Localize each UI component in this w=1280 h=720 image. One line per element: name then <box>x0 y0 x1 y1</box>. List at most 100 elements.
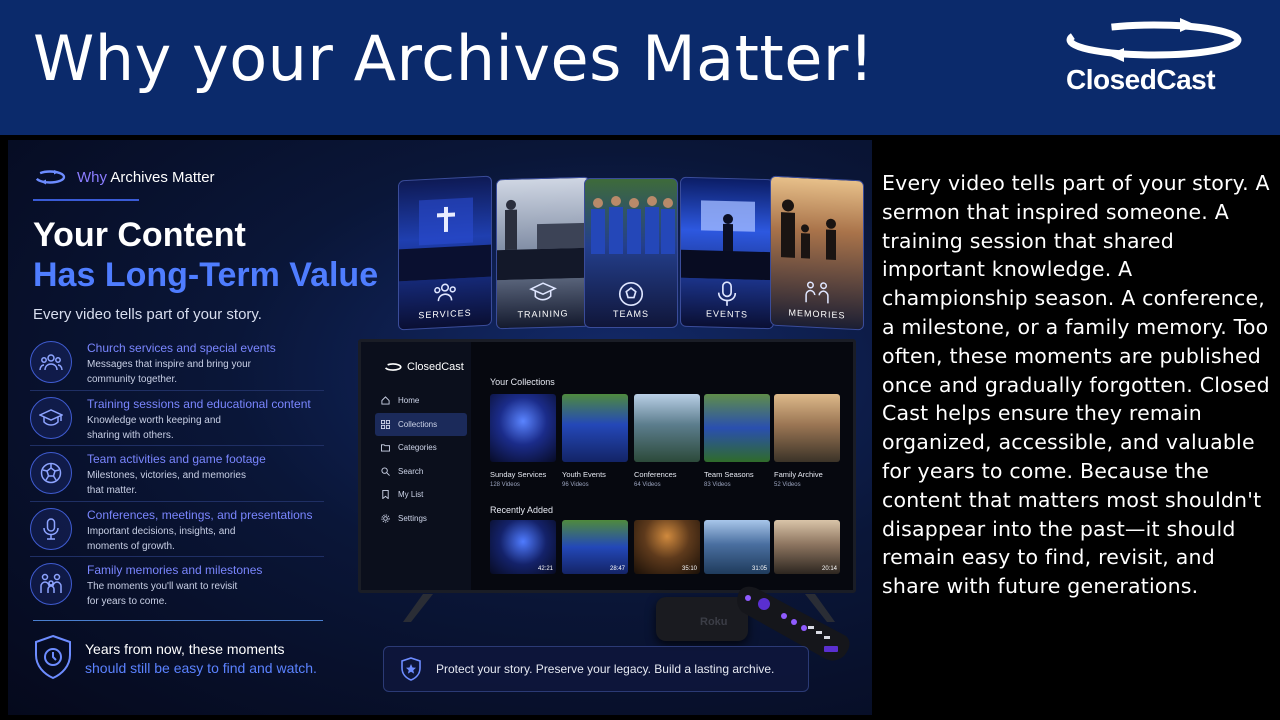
tagline-text: Protect your story. Preserve your legacy… <box>436 662 775 676</box>
collection-label: Youth Events <box>562 470 606 479</box>
loop-arrows-icon <box>34 170 66 185</box>
description-paragraph: Every video tells part of your story. A … <box>882 171 1270 599</box>
collection-label: Sunday Services <box>490 470 547 479</box>
tile-events: EVENTS <box>680 176 774 330</box>
recent-thumb[interactable]: 31:05 <box>704 520 770 574</box>
tile-label: TRAINING <box>517 308 569 320</box>
collection-count: 52 Videos <box>774 482 801 488</box>
tv-nav: Home Collections Categories Search My Li… <box>375 389 467 530</box>
recent-thumb[interactable]: 35:10 <box>634 520 700 574</box>
collection-label: Team Seasons <box>704 470 754 479</box>
feature-title: Church services and special events <box>87 341 276 355</box>
tile-label: EVENTS <box>705 308 748 320</box>
conference-image <box>681 200 774 281</box>
folder-icon <box>381 444 390 452</box>
soccer-ball-icon <box>30 452 72 494</box>
collection-count: 96 Videos <box>562 482 589 488</box>
duration: 31:05 <box>751 566 767 572</box>
title-bar: Why your Archives Matter! ClosedCast <box>0 0 1280 135</box>
bookmark-icon <box>382 490 389 500</box>
search-icon <box>381 467 390 476</box>
collection-thumb[interactable] <box>634 394 700 462</box>
recent-thumb[interactable]: 28:47 <box>562 520 628 574</box>
duration: 28:47 <box>609 566 625 572</box>
nav-search[interactable]: Search <box>375 460 467 484</box>
family-icon <box>30 563 72 605</box>
collection-count: 64 Videos <box>634 482 661 488</box>
feature-title: Conferences, meetings, and presentations <box>87 507 313 522</box>
duration: 20:14 <box>821 566 837 572</box>
footer-line2: should still be easy to find and watch. <box>85 660 317 676</box>
nav-label: Search <box>398 466 424 476</box>
feature-desc: Messages that inspire and bring your com… <box>87 359 251 385</box>
tv-logo: ClosedCast <box>383 361 464 373</box>
collection-label: Family Archive <box>774 470 823 479</box>
kicker: Why Archives Matter <box>33 168 215 186</box>
kicker-why: Why <box>77 168 107 186</box>
roku-brand: Roku <box>700 616 728 628</box>
family-image <box>781 199 836 260</box>
collection-thumb[interactable] <box>704 394 770 462</box>
divider <box>33 620 323 621</box>
promo-title-line1: Your Content <box>33 216 246 254</box>
people-icon <box>431 280 459 308</box>
collection-thumb[interactable] <box>562 394 628 462</box>
shield-star-icon <box>401 657 421 681</box>
soccer-ball-icon <box>618 281 644 312</box>
loop-arrows-icon <box>1066 18 1242 62</box>
grid-icon <box>381 419 390 429</box>
kicker-underline <box>33 199 139 201</box>
feature-item: Team activities and game footage Mileston… <box>30 446 324 502</box>
nav-home[interactable]: Home <box>375 389 467 413</box>
nav-collections[interactable]: Collections <box>375 412 467 436</box>
logo-wordmark: ClosedCast <box>1066 64 1216 95</box>
tile-label: MEMORIES <box>788 307 846 321</box>
collection-count: 128 Videos <box>490 482 520 488</box>
collections-heading: Your Collections <box>490 377 555 387</box>
people-icon <box>30 341 72 383</box>
tagline-banner: Protect your story. Preserve your legacy… <box>383 646 809 692</box>
church-image <box>399 197 492 282</box>
tile-services: SERVICES <box>398 175 492 331</box>
footer-line1: Years from now, these moments <box>85 641 285 657</box>
tv-logo-text: ClosedCast <box>407 361 464 373</box>
nav-settings[interactable]: Settings <box>375 507 467 531</box>
collection-thumb[interactable] <box>490 394 556 462</box>
tile-label: TEAMS <box>612 309 649 319</box>
recent-thumb[interactable]: 20:14 <box>774 520 840 574</box>
nav-label: Categories <box>398 443 437 453</box>
feature-title: Family memories and milestones <box>87 563 263 577</box>
tile-memories: MEMORIES <box>770 175 864 331</box>
graduation-cap-icon <box>529 281 557 309</box>
gear-icon <box>381 514 390 523</box>
nav-my-list[interactable]: My List <box>375 483 467 507</box>
feature-item: Church services and special events Messag… <box>30 335 324 391</box>
tile-teams: TEAMS <box>584 178 678 328</box>
tv-screen: ClosedCast Home Collections Categories S… <box>358 339 856 593</box>
team-image <box>591 196 675 254</box>
nav-label: Settings <box>398 513 427 523</box>
feature-title: Team activities and game footage <box>87 452 266 466</box>
slide-title: Why your Archives Matter! <box>33 22 875 95</box>
feature-title: Training sessions and educational conten… <box>87 396 311 411</box>
promo-title-line2: Has Long-Term Value <box>33 256 379 294</box>
loop-arrows-icon <box>384 363 402 371</box>
feature-desc: Knowledge worth keeping and sharing with… <box>87 414 221 441</box>
collection-count: 83 Videos <box>704 482 731 488</box>
feature-desc: Milestones, victories, and memories that… <box>87 470 246 496</box>
collection-thumb[interactable] <box>774 394 840 462</box>
duration: 42:21 <box>537 566 553 572</box>
home-icon <box>381 396 390 405</box>
recent-thumb[interactable]: 42:21 <box>490 520 556 574</box>
microphone-icon <box>30 507 72 550</box>
nav-label: Home <box>398 396 420 406</box>
feature-list: Church services and special events Messag… <box>30 335 324 613</box>
family-icon <box>803 280 831 310</box>
nav-label: My List <box>398 490 424 500</box>
nav-label: Collections <box>398 419 438 429</box>
graduation-cap-icon <box>30 396 72 439</box>
microphone-icon <box>716 281 738 313</box>
shield-clock-icon <box>33 634 73 685</box>
nav-categories[interactable]: Categories <box>375 436 467 460</box>
feature-item: Training sessions and educational conten… <box>30 391 324 446</box>
